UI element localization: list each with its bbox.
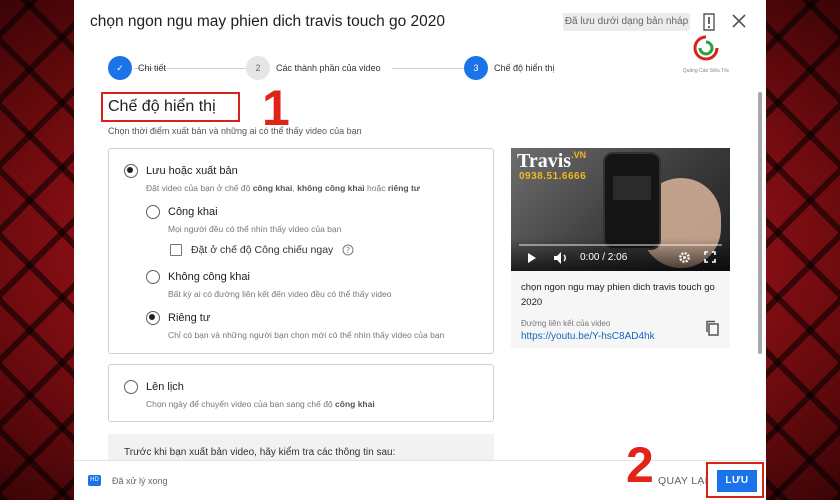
publish-description: Đặt video của bạn ở chế độ công khai, kh… — [146, 183, 420, 193]
premiere-checkbox[interactable] — [170, 244, 182, 256]
checklist-heading: Trước khi bạn xuất bản video, hãy kiểm t… — [124, 447, 396, 458]
close-icon[interactable] — [732, 14, 746, 28]
svg-text:?: ? — [346, 246, 350, 255]
annotation-box-1 — [101, 92, 240, 122]
check-icon: ✓ — [108, 56, 132, 80]
scrollbar[interactable] — [758, 92, 762, 354]
private-radio[interactable] — [146, 311, 160, 325]
public-description: Mọi người đều có thể nhìn thấy video của… — [168, 224, 342, 234]
step-label: Chi tiết — [138, 63, 167, 73]
video-time: 0:00 / 2:06 — [580, 252, 628, 263]
video-link-label: Đường liên kết của video — [521, 319, 611, 328]
step-number: 3 — [464, 56, 488, 80]
video-preview-panel: Travis.VN 0938.51.6666 0:00 / 2:06 chọn … — [511, 148, 730, 348]
publish-options-card: Lưu hoặc xuất bản Đặt video của bạn ở ch… — [108, 148, 494, 354]
fullscreen-icon[interactable] — [704, 251, 716, 263]
volume-icon[interactable] — [553, 251, 569, 265]
processing-status: Đã xử lý xong — [112, 476, 168, 486]
schedule-card: Lên lịch Chọn ngày để chuyển video của b… — [108, 364, 494, 422]
private-label: Riêng tư — [168, 312, 211, 324]
video-phone-text: 0938.51.6666 — [519, 171, 587, 182]
logo-icon — [693, 35, 719, 61]
step-visibility[interactable]: 3 Chế độ hiển thị — [464, 56, 555, 80]
section-subtitle: Chọn thời điểm xuất bản và những ai có t… — [108, 126, 362, 136]
settings-gear-icon[interactable] — [678, 251, 691, 264]
video-player[interactable]: Travis.VN 0938.51.6666 0:00 / 2:06 — [511, 148, 730, 271]
unlisted-label: Không công khai — [168, 271, 250, 283]
visibility-dialog: chọn ngon ngu may phien dich travis touc… — [74, 0, 766, 500]
step-label: Chế độ hiển thị — [494, 63, 555, 73]
video-title: chọn ngon ngu may phien dich travis touc… — [521, 282, 715, 308]
dialog-header: chọn ngon ngu may phien dich travis touc… — [74, 0, 766, 44]
back-button[interactable]: QUAY LẠI — [658, 475, 708, 487]
help-icon[interactable]: ? — [342, 244, 354, 256]
save-button[interactable]: LƯU — [717, 470, 757, 492]
step-connector — [392, 68, 464, 69]
private-description: Chỉ có bạn và những người bạn chọn mới c… — [168, 330, 445, 340]
upload-stepper: ✓ Chi tiết 2 Các thành phần của video 3 … — [74, 56, 766, 82]
annotation-number-2: 2 — [626, 437, 654, 493]
video-frame-device — [603, 152, 661, 250]
device-screen — [613, 176, 651, 200]
unlisted-radio[interactable] — [146, 270, 160, 284]
watermark-logo: Quảng Cáo Siêu Tốc — [676, 34, 736, 74]
step-video-elements[interactable]: 2 Các thành phần của video — [246, 56, 381, 80]
step-details[interactable]: ✓ Chi tiết — [108, 56, 166, 80]
unlisted-description: Bất kỳ ai có đường liên kết đến video đề… — [168, 289, 392, 299]
schedule-radio[interactable] — [124, 380, 138, 394]
publish-radio[interactable] — [124, 164, 138, 178]
video-progress-bar[interactable] — [519, 244, 722, 246]
schedule-description: Chọn ngày để chuyển video của bạn sang c… — [146, 399, 375, 409]
alert-icon[interactable] — [702, 12, 716, 32]
copy-icon[interactable] — [704, 320, 720, 336]
dialog-footer: HD Đã xử lý xong QUAY LẠI — [74, 460, 766, 500]
schedule-label: Lên lịch — [146, 381, 184, 393]
premiere-label: Đặt ở chế độ Công chiếu ngay — [191, 244, 334, 256]
step-number: 2 — [246, 56, 270, 80]
publish-label: Lưu hoặc xuất bản — [146, 165, 238, 177]
dialog-title: chọn ngon ngu may phien dich travis touc… — [90, 13, 446, 30]
step-label: Các thành phần của video — [276, 63, 381, 73]
video-brand-text: Travis.VN — [517, 150, 587, 172]
public-radio[interactable] — [146, 205, 160, 219]
hd-icon: HD — [88, 475, 101, 486]
play-icon[interactable] — [527, 252, 537, 264]
draft-saved-badge: Đã lưu dưới dạng bản nháp — [563, 13, 690, 31]
logo-text: Quảng Cáo Siêu Tốc — [682, 68, 730, 74]
video-link[interactable]: https://youtu.be/Y-hsC8AD4hk — [521, 331, 655, 342]
public-label: Công khai — [168, 206, 218, 218]
